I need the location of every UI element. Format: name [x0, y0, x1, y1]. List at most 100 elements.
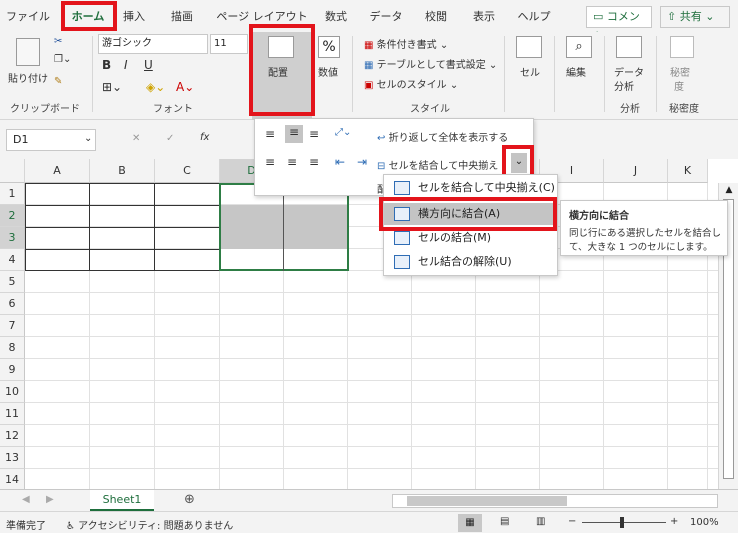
menu-item-merge-cells[interactable]: セルの結合(M)	[384, 227, 557, 249]
font-name-dropdown[interactable]: 游ゴシック	[98, 34, 208, 54]
row-header-10[interactable]: 10	[0, 381, 25, 403]
hscroll-thumb[interactable]	[407, 496, 567, 506]
row-header-3[interactable]: 3	[0, 227, 25, 249]
row-header-11[interactable]: 11	[0, 403, 25, 425]
column-header-a[interactable]: A	[25, 159, 90, 183]
row-header-14[interactable]: 14	[0, 469, 25, 491]
tab-home[interactable]: ホーム	[66, 8, 110, 29]
tab-insert[interactable]: 挿入	[116, 8, 152, 26]
row-header-6[interactable]: 6	[0, 293, 25, 315]
share-button[interactable]: ⇧ 共有 ⌄	[660, 6, 730, 28]
borders-icon[interactable]: ⊞⌄	[102, 80, 122, 94]
analyze-data-icon[interactable]	[616, 36, 642, 58]
row-header-8[interactable]: 8	[0, 337, 25, 359]
cut-icon[interactable]: ✂	[54, 36, 62, 47]
accessibility-status[interactable]: ♿ アクセシビリティ: 問題ありません	[66, 517, 233, 532]
row-header-4[interactable]: 4	[0, 249, 25, 271]
align-left-icon[interactable]: ≡	[265, 155, 275, 169]
comment-button[interactable]: ▭ コメント	[586, 6, 652, 43]
cells-button-label[interactable]: セル	[520, 64, 540, 79]
percent-icon[interactable]: %	[318, 36, 340, 58]
editing-button-label[interactable]: 編集	[566, 64, 586, 79]
paste-icon[interactable]	[16, 38, 40, 66]
orientation-icon[interactable]: ⤢⌄	[335, 127, 351, 138]
row-header-7[interactable]: 7	[0, 315, 25, 337]
column-header-c[interactable]: C	[155, 159, 220, 183]
unmerge-icon	[394, 255, 410, 269]
sensitivity-icon[interactable]	[670, 36, 694, 58]
zoom-level[interactable]: 100%	[690, 517, 719, 528]
chevron-down-icon[interactable]: ⌄	[84, 133, 92, 144]
tab-data[interactable]: データ	[366, 8, 406, 26]
row-header-12[interactable]: 12	[0, 425, 25, 447]
tab-draw[interactable]: 描画	[164, 8, 200, 26]
column-header-k[interactable]: K	[668, 159, 708, 183]
row-header-1[interactable]: 1	[0, 183, 25, 205]
select-all-corner[interactable]	[0, 159, 25, 183]
function-icon[interactable]: fx	[200, 132, 209, 143]
sensitivity-label-1[interactable]: 秘密	[670, 64, 690, 79]
prev-sheet-icon[interactable]: ◀	[22, 494, 30, 505]
sensitivity-label-2[interactable]: 度	[674, 78, 684, 93]
scroll-up-icon[interactable]: ▲	[723, 185, 735, 197]
cells-icon[interactable]	[516, 36, 542, 58]
increase-indent-icon[interactable]: ⇥	[357, 155, 367, 169]
add-sheet-icon[interactable]: ⊕	[184, 492, 195, 507]
page-break-view-icon[interactable]: ▥	[536, 516, 545, 527]
menu-item-merge-center[interactable]: セルを結合して中央揃え(C)	[384, 177, 557, 199]
cell-styles-button[interactable]: ▣ セルのスタイル ⌄	[364, 76, 458, 91]
zoom-in-icon[interactable]: +	[670, 516, 678, 527]
horizontal-scrollbar[interactable]	[392, 494, 718, 508]
normal-view-icon[interactable]: ▦	[458, 514, 482, 532]
align-top-icon[interactable]: ≡	[265, 127, 275, 141]
zoom-slider-handle[interactable]	[620, 517, 624, 528]
align-center-icon[interactable]: ≡	[287, 155, 297, 169]
underline-button[interactable]: U	[144, 58, 153, 72]
align-middle-icon[interactable]: ≡	[285, 125, 303, 143]
row-header-2[interactable]: 2	[0, 205, 25, 227]
decrease-indent-icon[interactable]: ⇤	[335, 155, 345, 169]
align-bottom-icon[interactable]: ≡	[309, 127, 319, 141]
next-sheet-icon[interactable]: ▶	[46, 494, 54, 505]
font-color-icon[interactable]: A⌄	[176, 80, 194, 94]
copy-icon[interactable]: ❐⌄	[54, 54, 71, 65]
styles-group-label: スタイル	[410, 104, 450, 115]
tab-page-layout[interactable]: ページ レイアウト	[216, 8, 308, 26]
merge-dropdown-arrow[interactable]: ⌄	[511, 153, 527, 173]
font-size-dropdown[interactable]: 11	[210, 34, 248, 54]
row-header-9[interactable]: 9	[0, 359, 25, 381]
analyze-data-label-1[interactable]: データ	[614, 64, 644, 79]
separator	[554, 36, 555, 112]
menu-item-merge-across[interactable]: 横方向に結合(A)	[384, 203, 557, 225]
paste-button-label[interactable]: 貼り付け	[8, 70, 48, 85]
align-right-icon[interactable]: ≡	[309, 155, 319, 169]
format-as-table-button[interactable]: ▦ テーブルとして書式設定 ⌄	[364, 56, 497, 71]
enter-icon[interactable]: ✓	[166, 133, 174, 144]
row-header-5[interactable]: 5	[0, 271, 25, 293]
tab-help[interactable]: ヘルプ	[514, 8, 554, 26]
name-box[interactable]: D1	[6, 129, 96, 151]
page-layout-view-icon[interactable]: ▤	[500, 516, 509, 527]
search-icon[interactable]: ⌕	[566, 36, 592, 58]
tab-view[interactable]: 表示	[466, 8, 502, 26]
bold-button[interactable]: B	[102, 58, 111, 72]
format-painter-icon[interactable]: ✎	[54, 76, 62, 87]
analyze-data-label-2[interactable]: 分析	[614, 78, 634, 93]
row-header-13[interactable]: 13	[0, 447, 25, 469]
italic-button[interactable]: I	[124, 58, 128, 72]
column-header-j[interactable]: J	[604, 159, 668, 183]
number-button-label[interactable]: 数値	[318, 64, 338, 79]
tab-formulas[interactable]: 数式	[318, 8, 354, 26]
tab-file[interactable]: ファイル	[6, 8, 50, 26]
fill-color-icon[interactable]: ◈⌄	[146, 80, 165, 94]
zoom-slider[interactable]	[582, 522, 666, 523]
tab-review[interactable]: 校閲	[418, 8, 454, 26]
sheet-tab-sheet1[interactable]: Sheet1	[90, 490, 154, 511]
cancel-icon[interactable]: ✕	[132, 133, 140, 144]
wrap-text-button[interactable]: ↩ 折り返して全体を表示する	[377, 129, 508, 144]
merge-center-button[interactable]: ⊟ セルを結合して中央揃え	[377, 157, 498, 172]
zoom-out-icon[interactable]: −	[568, 516, 576, 527]
column-header-b[interactable]: B	[90, 159, 155, 183]
conditional-format-button[interactable]: ▦ 条件付き書式 ⌄	[364, 36, 448, 51]
menu-item-unmerge[interactable]: セル結合の解除(U)	[384, 251, 557, 273]
